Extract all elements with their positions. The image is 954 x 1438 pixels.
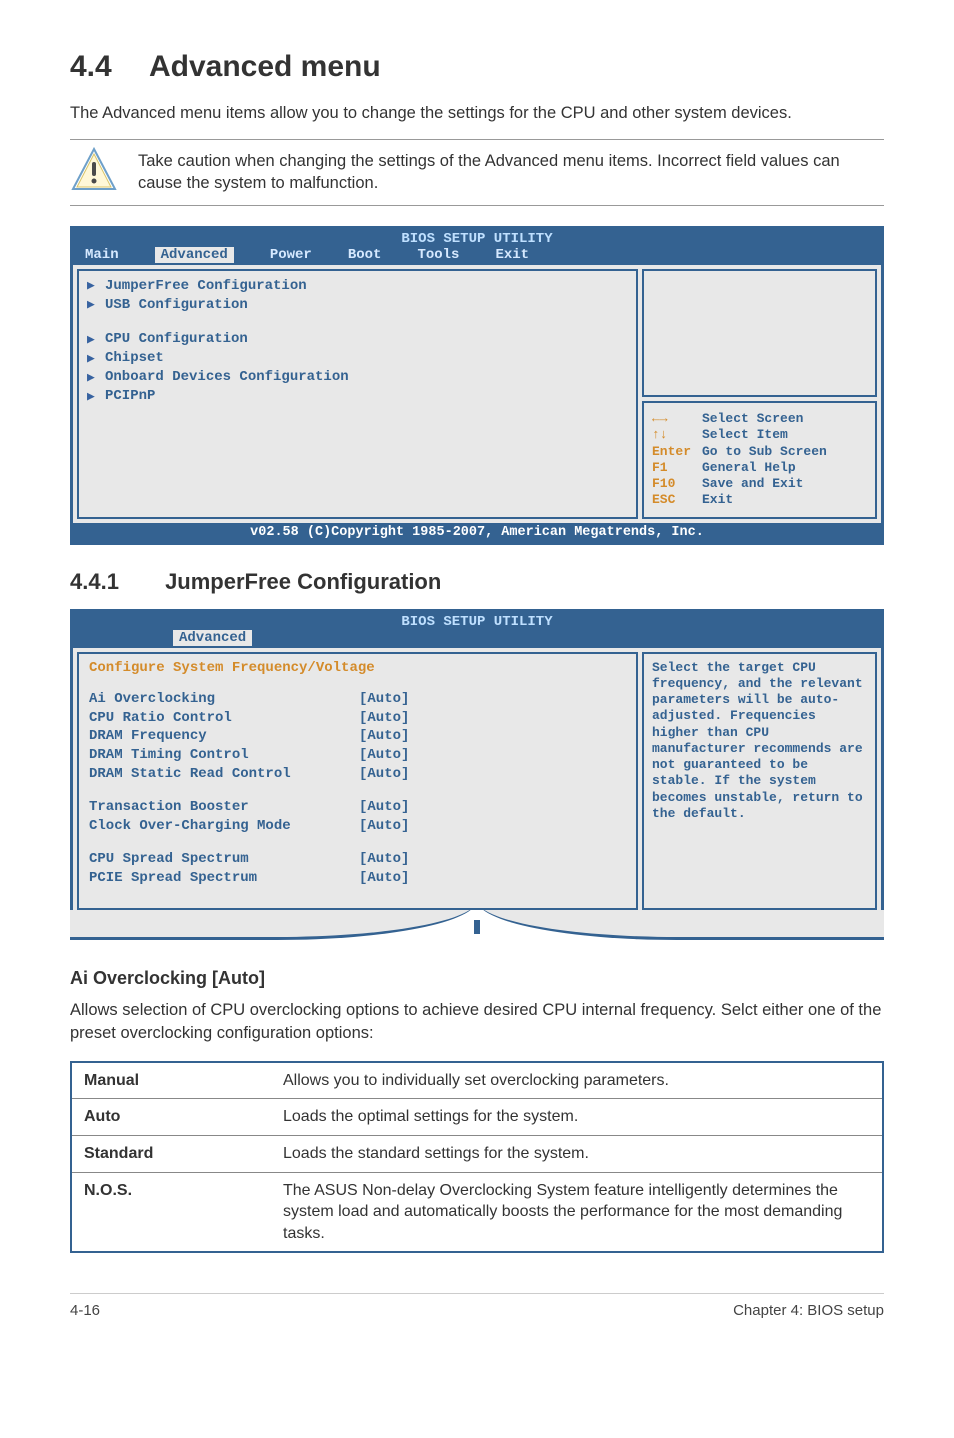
hint-text: Exit xyxy=(702,492,733,507)
bios-item: Chipset xyxy=(105,349,164,368)
ai-overclocking-desc: Allows selection of CPU overclocking opt… xyxy=(70,999,884,1045)
section-number: 4.4 xyxy=(70,50,112,84)
config-val: [Auto] xyxy=(359,727,409,746)
bios-item: PCIPnP xyxy=(105,387,155,406)
option-desc: Loads the standard settings for the syst… xyxy=(271,1136,883,1173)
option-key: Standard xyxy=(71,1136,271,1173)
submenu-arrow-icon: ▶ xyxy=(87,277,105,295)
config-key: Clock Over-Charging Mode xyxy=(89,817,359,836)
table-row: Manual Allows you to individually set ov… xyxy=(71,1062,883,1099)
bios-tab-boot: Boot xyxy=(348,247,382,263)
hint-text: General Help xyxy=(702,460,796,475)
bios-tab-bar: Advanced xyxy=(73,630,881,648)
overclocking-options-table: Manual Allows you to individually set ov… xyxy=(70,1061,884,1254)
submenu-arrow-icon: ▶ xyxy=(87,350,105,368)
section-heading: 4.4 Advanced menu xyxy=(70,50,884,84)
subsection-number: 4.4.1 xyxy=(70,569,119,595)
page-footer: 4-16 Chapter 4: BIOS setup xyxy=(70,1293,884,1319)
bios-item: CPU Configuration xyxy=(105,330,248,349)
bios-tab-bar: Main Advanced Power Boot Tools Exit xyxy=(73,247,881,265)
bios-title: BIOS SETUP UTILITY xyxy=(73,612,881,630)
bios-tab-main: Main xyxy=(85,247,119,263)
config-val: [Auto] xyxy=(359,798,409,817)
hint-key: ←→ xyxy=(652,411,702,427)
table-row: Auto Loads the optimal settings for the … xyxy=(71,1099,883,1136)
config-val: [Auto] xyxy=(359,850,409,869)
submenu-arrow-icon: ▶ xyxy=(87,331,105,349)
bios-left-pane: ▶JumperFree Configuration ▶USB Configura… xyxy=(77,269,638,519)
option-desc: The ASUS Non-delay Overclocking System f… xyxy=(271,1172,883,1252)
bios-right-empty-pane xyxy=(642,269,877,398)
option-key: N.O.S. xyxy=(71,1172,271,1252)
bios-tab-advanced: Advanced xyxy=(173,630,252,646)
config-val: [Auto] xyxy=(359,690,409,709)
section-intro: The Advanced menu items allow you to cha… xyxy=(70,102,884,125)
config-key: DRAM Frequency xyxy=(89,727,359,746)
config-val: [Auto] xyxy=(359,746,409,765)
table-row: N.O.S. The ASUS Non-delay Overclocking S… xyxy=(71,1172,883,1252)
bios-copyright-footer: v02.58 (C)Copyright 1985-2007, American … xyxy=(73,523,881,542)
hint-text: Save and Exit xyxy=(702,476,803,491)
bios-tab-power: Power xyxy=(270,247,312,263)
bios-item: USB Configuration xyxy=(105,296,248,315)
hint-key: F1 xyxy=(652,460,702,476)
ai-overclocking-heading: Ai Overclocking [Auto] xyxy=(70,968,884,989)
bios-item: Onboard Devices Configuration xyxy=(105,368,349,387)
hint-text: Go to Sub Screen xyxy=(702,444,827,459)
config-key: Transaction Booster xyxy=(89,798,359,817)
hint-key: ↑↓ xyxy=(652,427,702,443)
section-title-text: Advanced menu xyxy=(149,50,381,83)
bios-bottom-curve xyxy=(70,910,884,940)
bios-tab-tools: Tools xyxy=(417,247,459,263)
page-number: 4-16 xyxy=(70,1302,100,1319)
config-key: DRAM Static Read Control xyxy=(89,765,359,784)
config-val: [Auto] xyxy=(359,869,409,888)
config-key: Ai Overclocking xyxy=(89,690,359,709)
caution-text: Take caution when changing the settings … xyxy=(138,146,884,195)
config-val: [Auto] xyxy=(359,817,409,836)
config-key: CPU Spread Spectrum xyxy=(89,850,359,869)
hint-text: Select Item xyxy=(702,427,788,442)
chapter-label: Chapter 4: BIOS setup xyxy=(733,1302,884,1319)
hint-key: Enter xyxy=(652,444,702,460)
bios-key-hints: ←→Select Screen ↑↓Select Item EnterGo to… xyxy=(642,401,877,519)
bios-tab-exit: Exit xyxy=(495,247,529,263)
option-desc: Loads the optimal settings for the syste… xyxy=(271,1099,883,1136)
config-key: CPU Ratio Control xyxy=(89,709,359,728)
option-key: Auto xyxy=(71,1099,271,1136)
hint-text: Select Screen xyxy=(702,411,803,426)
config-title: Configure System Frequency/Voltage xyxy=(89,660,626,676)
bios-screenshot-jumperfree: BIOS SETUP UTILITY Advanced Configure Sy… xyxy=(70,609,884,910)
hint-key: ESC xyxy=(652,492,702,508)
subsection-heading: 4.4.1 JumperFree Configuration xyxy=(70,569,884,595)
hint-key: F10 xyxy=(652,476,702,492)
submenu-arrow-icon: ▶ xyxy=(87,296,105,314)
bios-help-pane: Select the target CPU frequency, and the… xyxy=(642,652,877,910)
caution-block: Take caution when changing the settings … xyxy=(70,139,884,206)
bios-item: JumperFree Configuration xyxy=(105,277,307,296)
config-val: [Auto] xyxy=(359,765,409,784)
bios-title: BIOS SETUP UTILITY xyxy=(73,229,881,247)
table-row: Standard Loads the standard settings for… xyxy=(71,1136,883,1173)
config-key: PCIE Spread Spectrum xyxy=(89,869,359,888)
submenu-arrow-icon: ▶ xyxy=(87,388,105,406)
bios-screenshot-advanced-menu: BIOS SETUP UTILITY Main Advanced Power B… xyxy=(70,226,884,545)
option-desc: Allows you to individually set overclock… xyxy=(271,1062,883,1099)
option-key: Manual xyxy=(71,1062,271,1099)
bios-tab-advanced: Advanced xyxy=(155,247,234,263)
submenu-arrow-icon: ▶ xyxy=(87,369,105,387)
config-key: DRAM Timing Control xyxy=(89,746,359,765)
caution-icon xyxy=(70,146,118,194)
config-val: [Auto] xyxy=(359,709,409,728)
bios-config-pane: Configure System Frequency/Voltage Ai Ov… xyxy=(77,652,638,910)
subsection-title: JumperFree Configuration xyxy=(165,569,441,594)
